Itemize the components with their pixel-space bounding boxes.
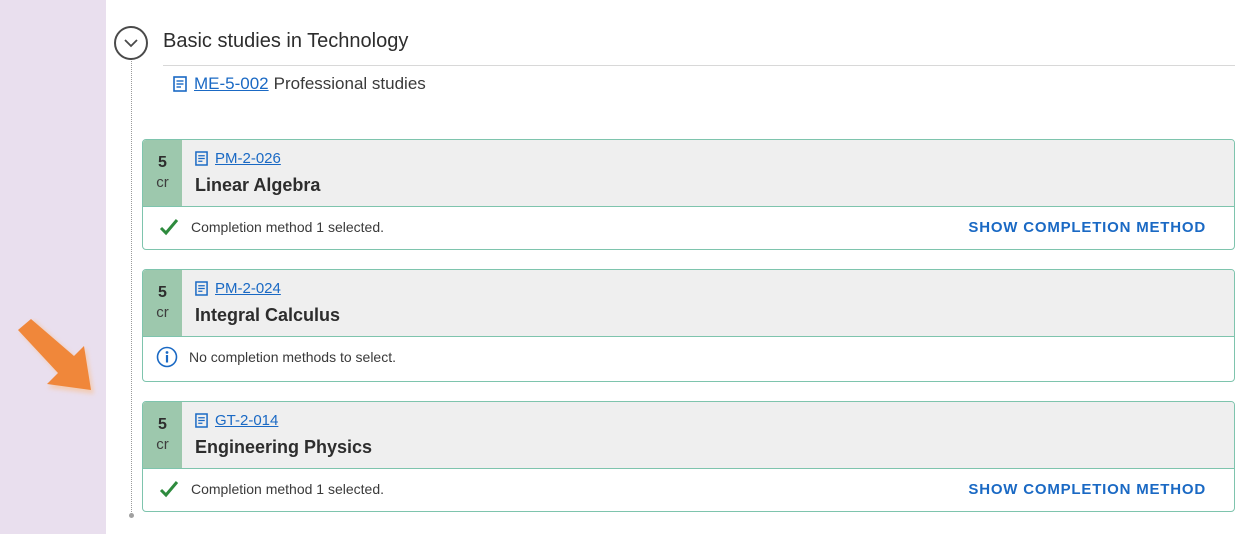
course-code-link[interactable]: PM-2-024: [215, 280, 281, 297]
credits-value: 5: [158, 284, 167, 301]
credits-badge: 5 cr: [143, 270, 182, 336]
group-title: Basic studies in Technology: [163, 30, 409, 52]
status-text: Completion method 1 selected.: [191, 219, 384, 235]
course-code-link[interactable]: PM-2-026: [215, 150, 281, 167]
document-icon: [173, 76, 187, 92]
show-completion-method-button[interactable]: SHOW COMPLETION METHOD: [968, 219, 1206, 236]
course-name: Linear Algebra: [195, 175, 321, 195]
tree-connector-line: [131, 58, 132, 514]
annotation-arrow-icon: [18, 319, 94, 394]
credits-badge: 5 cr: [143, 140, 182, 206]
check-icon: [158, 216, 180, 238]
credits-unit: cr: [156, 304, 169, 321]
course-status-row: Completion method 1 selected. SHOW COMPL…: [143, 469, 1234, 509]
chevron-down-icon: [124, 39, 138, 48]
course-status-row: Completion method 1 selected. SHOW COMPL…: [143, 207, 1234, 247]
info-icon: [156, 346, 178, 368]
course-header: 5 cr GT-2-014 Engineering Physics: [143, 402, 1234, 469]
course-header: 5 cr PM-2-024 Integral Calculus: [143, 270, 1234, 337]
credits-value: 5: [158, 154, 167, 171]
course-name: Integral Calculus: [195, 305, 341, 325]
status-text: Completion method 1 selected.: [191, 481, 384, 497]
check-icon: [158, 478, 180, 500]
course-status-row: No completion methods to select.: [143, 337, 1234, 377]
course-name: Engineering Physics: [195, 437, 373, 457]
document-icon: [195, 413, 208, 428]
collapse-toggle-button[interactable]: [114, 26, 148, 60]
module-name: Professional studies: [273, 74, 426, 93]
course-code-link[interactable]: GT-2-014: [215, 412, 278, 429]
module-row: ME-5-002 Professional studies: [173, 74, 426, 94]
tree-end-dot: [129, 513, 134, 518]
credits-unit: cr: [156, 436, 169, 453]
credits-unit: cr: [156, 174, 169, 191]
show-completion-method-button[interactable]: SHOW COMPLETION METHOD: [968, 481, 1206, 498]
course-header: 5 cr PM-2-026 Linear Algebra: [143, 140, 1234, 207]
group-divider: [163, 65, 1235, 66]
document-icon: [195, 281, 208, 296]
course-card: 5 cr GT-2-014 Engineering Physics Comple…: [142, 401, 1235, 512]
course-card: 5 cr PM-2-026 Linear Algebra Completion …: [142, 139, 1235, 250]
document-icon: [195, 151, 208, 166]
module-code-link[interactable]: ME-5-002: [194, 74, 269, 94]
status-text: No completion methods to select.: [189, 349, 396, 365]
credits-value: 5: [158, 416, 167, 433]
course-card: 5 cr PM-2-024 Integral Calculus No compl…: [142, 269, 1235, 382]
credits-badge: 5 cr: [143, 402, 182, 468]
